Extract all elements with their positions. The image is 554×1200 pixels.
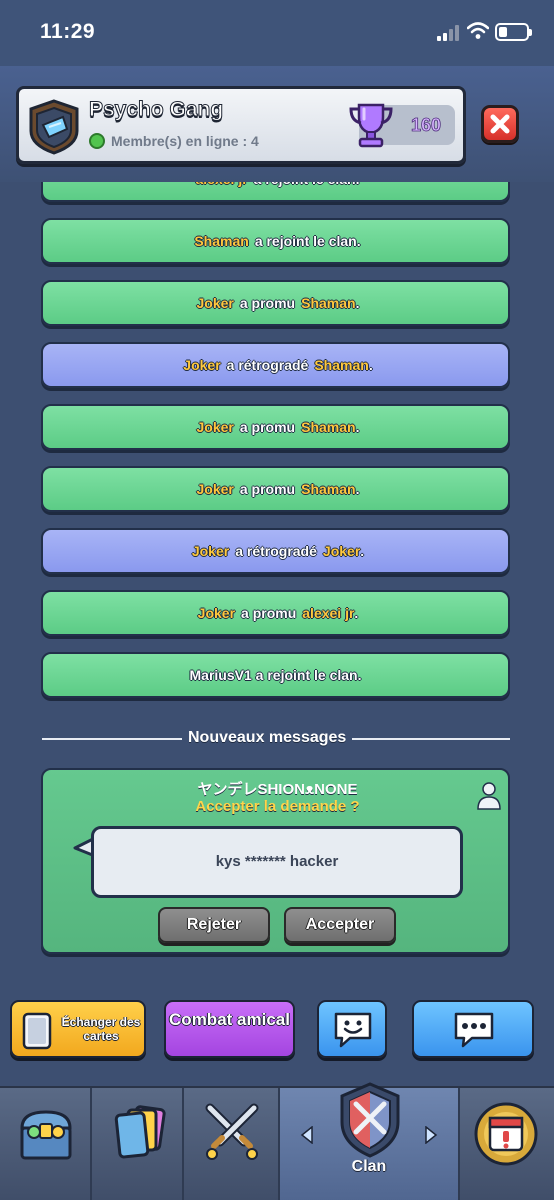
reject-button[interactable]: Rejeter <box>158 907 270 943</box>
chevron-right-icon[interactable] <box>424 1126 438 1144</box>
trophy-icon <box>349 103 393 148</box>
friendly-battle-button[interactable]: Combat amical <box>164 1000 295 1058</box>
message-text: a promu <box>239 481 296 497</box>
player-name[interactable]: Joker <box>197 295 234 311</box>
accept-button[interactable]: Accepter <box>284 907 396 943</box>
bottom-tab-bar: Clan <box>0 1082 554 1200</box>
tab-battle[interactable] <box>184 1088 280 1200</box>
card-icon <box>22 1012 52 1050</box>
status-bar: 11:29 <box>0 0 554 66</box>
trophy-count: 160 <box>411 115 442 136</box>
player-name[interactable]: Joker <box>183 357 220 373</box>
tab-shop[interactable] <box>0 1088 92 1200</box>
close-icon <box>490 114 510 134</box>
trade-cards-button[interactable]: Échanger des cartes <box>10 1000 146 1058</box>
message-text: a rejoint le clan. <box>254 182 360 187</box>
treasure-chest-icon <box>20 1110 72 1160</box>
tab-clan-label: Clan <box>351 1158 387 1175</box>
player-name[interactable]: Joker <box>323 543 360 559</box>
player-name[interactable]: Shaman <box>194 233 248 249</box>
person-icon[interactable] <box>477 780 501 810</box>
event-calendar-icon <box>474 1102 538 1166</box>
online-status-icon <box>89 133 105 149</box>
chat-button[interactable] <box>412 1000 534 1058</box>
trade-cards-label: Échanger des cartes <box>61 1015 141 1043</box>
message-text: a promu <box>239 295 296 311</box>
feed-message: Joker a promu Shaman. <box>41 404 510 450</box>
feed-message: Joker a rétrogradé Joker. <box>41 528 510 574</box>
clan-shield-icon <box>340 1082 400 1158</box>
tab-cards[interactable] <box>92 1088 184 1200</box>
player-name[interactable]: alexei jr <box>196 182 248 187</box>
request-message: kys ******* hacker <box>215 853 339 870</box>
feed-message: MariusV1 a rejoint le clan. <box>41 652 510 698</box>
player-name[interactable]: Joker <box>198 605 235 621</box>
message-text: a rejoint le clan. <box>254 233 361 249</box>
player-name[interactable]: Shaman <box>301 419 355 435</box>
chevron-left-icon[interactable] <box>300 1126 314 1144</box>
request-player-name[interactable]: ヤンデレSHIONᴥNONE <box>43 778 512 799</box>
close-button[interactable] <box>481 105 519 143</box>
message-text: . <box>360 543 365 559</box>
chat-icon <box>454 1012 494 1048</box>
online-members: Membre(s) en ligne : 4 <box>111 133 259 149</box>
player-name[interactable]: Shaman <box>301 295 355 311</box>
request-message-bubble: kys ******* hacker <box>91 826 463 898</box>
message-text: a promu <box>241 605 297 621</box>
message-text: MariusV1 a rejoint le clan. <box>189 667 362 683</box>
crossed-swords-icon <box>205 1103 259 1160</box>
player-name[interactable]: Joker <box>197 419 234 435</box>
message-text: a promu <box>239 419 296 435</box>
clan-badge-icon <box>29 99 79 155</box>
player-name[interactable]: Joker <box>192 543 229 559</box>
message-text: . <box>355 419 360 435</box>
request-question: Accepter la demande ? <box>195 798 360 815</box>
cards-icon <box>114 1105 166 1159</box>
feed-message: alexei jr a rejoint le clan. <box>41 182 510 202</box>
message-text: a rétrogradé <box>226 357 309 373</box>
battery-icon <box>495 23 532 41</box>
wifi-icon <box>467 22 489 39</box>
message-text: . <box>355 481 360 497</box>
feed-message: Joker a promu Shaman. <box>41 280 510 326</box>
feed-message: Joker a promu alexei jr. <box>41 590 510 636</box>
online-separator: : <box>238 133 252 149</box>
emote-icon <box>334 1012 372 1048</box>
message-text: . <box>368 357 373 373</box>
clan-header-card[interactable]: Psycho Gang Membre(s) en ligne : 4 160 <box>16 86 466 164</box>
emote-button[interactable] <box>317 1000 387 1058</box>
feed-message: Joker a rétrogradé Shaman. <box>41 342 510 388</box>
join-request-card: ヤンデレSHIONᴥNONE Accepter la demande ? kys… <box>41 768 510 954</box>
player-name[interactable]: Shaman <box>314 357 368 373</box>
online-label: Membre(s) en ligne <box>111 133 239 149</box>
message-text: . <box>354 605 359 621</box>
online-count: 4 <box>251 133 259 149</box>
player-name[interactable]: alexei jr <box>302 605 354 621</box>
player-name[interactable]: Joker <box>197 481 234 497</box>
tab-clan[interactable]: Clan <box>280 1082 460 1200</box>
message-text: . <box>355 295 360 311</box>
friendly-battle-label: Combat amical <box>169 1010 290 1029</box>
feed-message: Shaman a rejoint le clan. <box>41 218 510 264</box>
new-messages-label: Nouveaux messages <box>182 729 353 747</box>
status-time: 11:29 <box>40 20 96 43</box>
tab-events[interactable] <box>460 1088 554 1200</box>
feed-message: Joker a promu Shaman. <box>41 466 510 512</box>
action-bar: Échanger des cartes Combat amical <box>0 990 554 1070</box>
signal-icon <box>437 24 461 41</box>
player-name[interactable]: Shaman <box>301 481 355 497</box>
clan-name: Psycho Gang <box>88 98 224 122</box>
message-text: a rétrogradé <box>235 543 317 559</box>
